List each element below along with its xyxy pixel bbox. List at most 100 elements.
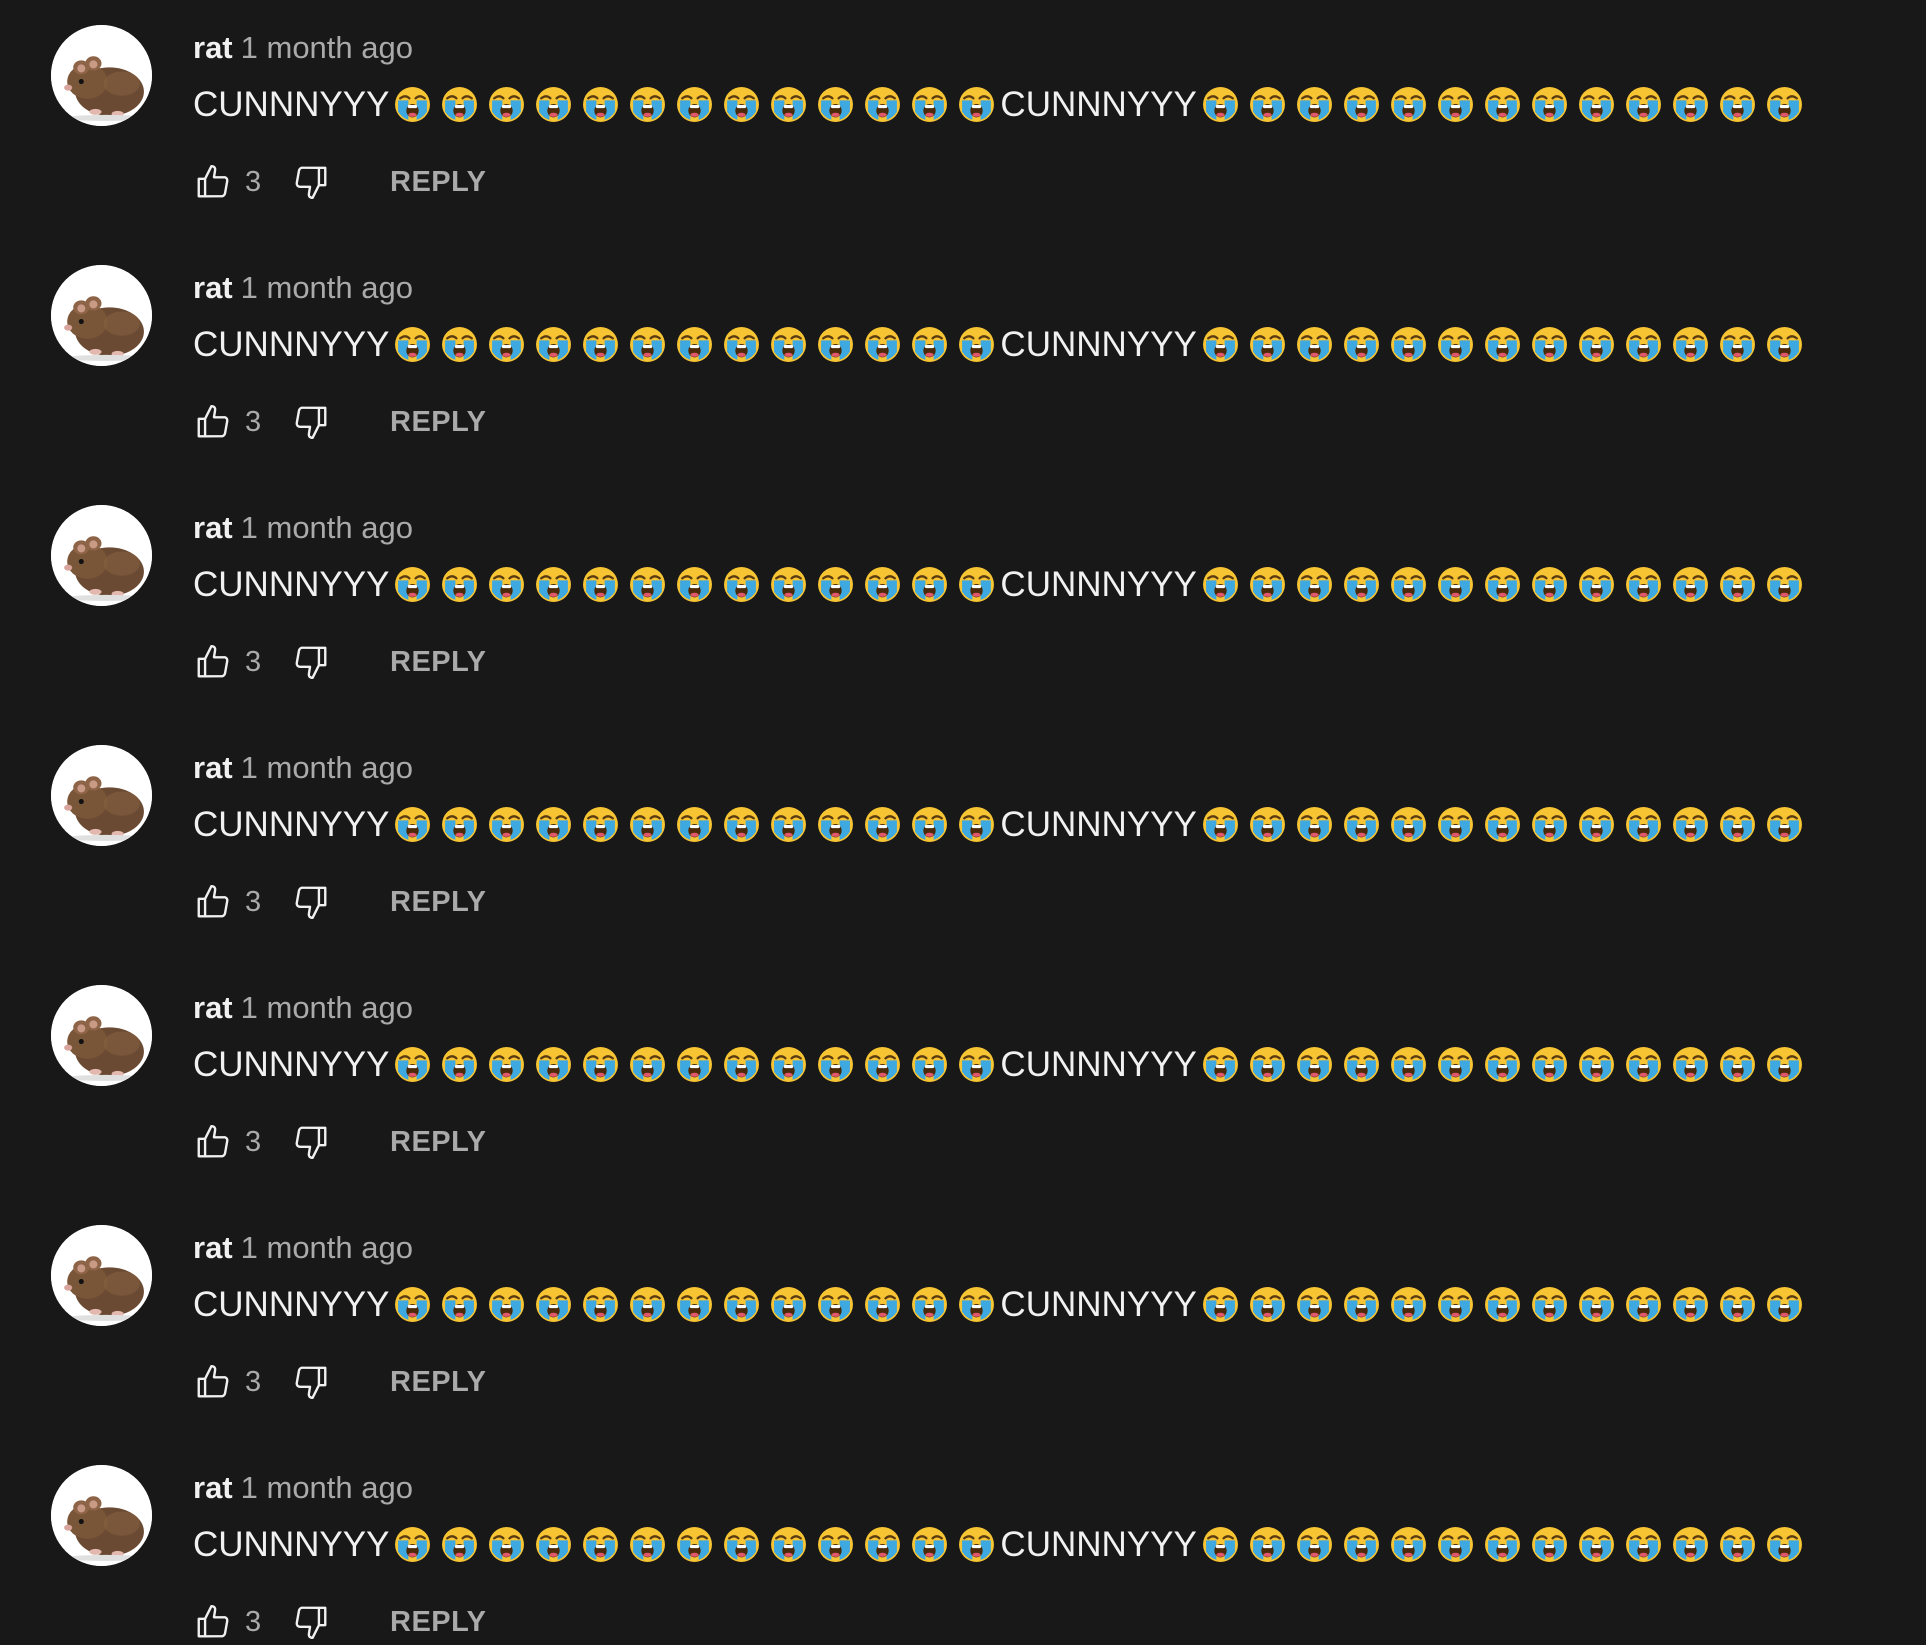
rat-avatar-icon [51, 985, 152, 1086]
loudly-crying-face-icon [912, 807, 948, 842]
loudly-crying-face-icon [1578, 807, 1614, 842]
comment-action-bar: 3 REPLY [193, 402, 487, 442]
loudly-crying-face-icon [1390, 1047, 1426, 1082]
thumbs-up-icon [197, 644, 229, 678]
reply-button[interactable]: REPLY [390, 1126, 487, 1159]
like-button[interactable] [193, 162, 233, 202]
comment-timestamp[interactable]: 1 month ago [241, 510, 413, 545]
author-avatar[interactable] [51, 745, 152, 846]
comment-text: CUNNNYYY CUNNNYYY [193, 323, 1808, 367]
loudly-crying-face-icon [1437, 327, 1473, 362]
thumbs-down-icon [295, 1606, 327, 1640]
like-button[interactable] [193, 1122, 233, 1162]
loudly-crying-face-icon [489, 807, 525, 842]
loudly-crying-face-icon [630, 1047, 666, 1082]
like-button[interactable] [193, 402, 233, 442]
dislike-button[interactable] [291, 402, 331, 442]
dislike-button[interactable] [291, 1362, 331, 1402]
reply-button[interactable]: REPLY [390, 166, 487, 199]
like-count: 3 [245, 405, 262, 438]
loudly-crying-face-icon [1390, 87, 1426, 122]
loudly-crying-face-icon [771, 327, 807, 362]
comment-text-part: CUNNNYYY [193, 565, 390, 604]
loudly-crying-face-icon [1578, 87, 1614, 122]
comment-timestamp[interactable]: 1 month ago [241, 30, 413, 65]
author-name[interactable]: rat [193, 30, 233, 65]
loudly-crying-face-icon [536, 1287, 572, 1322]
comment-text-part: CUNNNYYY [193, 325, 390, 364]
emoji-run [1197, 805, 1808, 844]
loudly-crying-face-icon [912, 567, 948, 602]
author-name[interactable]: rat [193, 1230, 233, 1265]
loudly-crying-face-icon [1202, 1287, 1238, 1322]
loudly-crying-face-icon [1202, 567, 1238, 602]
like-button[interactable] [193, 1602, 233, 1642]
loudly-crying-face-icon [489, 327, 525, 362]
like-count: 3 [245, 645, 262, 678]
loudly-crying-face-icon [395, 1287, 431, 1322]
loudly-crying-face-icon [1719, 327, 1755, 362]
author-avatar[interactable] [51, 985, 152, 1086]
author-name[interactable]: rat [193, 750, 233, 785]
dislike-button[interactable] [291, 162, 331, 202]
rat-avatar-icon [51, 505, 152, 606]
loudly-crying-face-icon [1390, 1287, 1426, 1322]
loudly-crying-face-icon [677, 807, 713, 842]
dislike-button[interactable] [291, 1122, 331, 1162]
loudly-crying-face-icon [395, 1047, 431, 1082]
author-name[interactable]: rat [193, 510, 233, 545]
loudly-crying-face-icon [1249, 567, 1285, 602]
loudly-crying-face-icon [1625, 807, 1661, 842]
loudly-crying-face-icon [1437, 567, 1473, 602]
comment-timestamp[interactable]: 1 month ago [241, 270, 413, 305]
comment-thread: rat 1 month ago CUNNNYYY CUNNNYYY 3 REPLY [0, 1440, 1926, 1645]
like-button[interactable] [193, 1362, 233, 1402]
loudly-crying-face-icon [583, 1287, 619, 1322]
comment-text-part: CUNNNYYY [1000, 325, 1197, 364]
loudly-crying-face-icon [959, 807, 995, 842]
loudly-crying-face-icon [1672, 567, 1708, 602]
loudly-crying-face-icon [583, 1527, 619, 1562]
loudly-crying-face-icon [1766, 1047, 1802, 1082]
loudly-crying-face-icon [442, 87, 478, 122]
loudly-crying-face-icon [442, 327, 478, 362]
loudly-crying-face-icon [912, 1527, 948, 1562]
like-button[interactable] [193, 882, 233, 922]
loudly-crying-face-icon [1672, 1287, 1708, 1322]
reply-button[interactable]: REPLY [390, 886, 487, 919]
comment-timestamp[interactable]: 1 month ago [241, 990, 413, 1025]
loudly-crying-face-icon [1766, 327, 1802, 362]
loudly-crying-face-icon [1719, 1527, 1755, 1562]
author-avatar[interactable] [51, 1225, 152, 1326]
author-avatar[interactable] [51, 265, 152, 366]
author-name[interactable]: rat [193, 990, 233, 1025]
loudly-crying-face-icon [1484, 87, 1520, 122]
loudly-crying-face-icon [489, 567, 525, 602]
dislike-button[interactable] [291, 882, 331, 922]
author-avatar[interactable] [51, 1465, 152, 1566]
author-avatar[interactable] [51, 505, 152, 606]
comment-text: CUNNNYYY CUNNNYYY [193, 803, 1808, 847]
author-name[interactable]: rat [193, 270, 233, 305]
loudly-crying-face-icon [536, 1047, 572, 1082]
emoji-run [1197, 565, 1808, 604]
emoji-run [389, 805, 1000, 844]
author-avatar[interactable] [51, 25, 152, 126]
dislike-button[interactable] [291, 1602, 331, 1642]
loudly-crying-face-icon [677, 1047, 713, 1082]
like-button[interactable] [193, 642, 233, 682]
reply-button[interactable]: REPLY [390, 646, 487, 679]
loudly-crying-face-icon [1390, 327, 1426, 362]
loudly-crying-face-icon [1531, 1047, 1567, 1082]
comment-timestamp[interactable]: 1 month ago [241, 750, 413, 785]
dislike-button[interactable] [291, 642, 331, 682]
comment-timestamp[interactable]: 1 month ago [241, 1230, 413, 1265]
reply-button[interactable]: REPLY [390, 406, 487, 439]
comment-timestamp[interactable]: 1 month ago [241, 1470, 413, 1505]
reply-button[interactable]: REPLY [390, 1366, 487, 1399]
loudly-crying-face-icon [442, 1047, 478, 1082]
author-name[interactable]: rat [193, 1470, 233, 1505]
loudly-crying-face-icon [395, 87, 431, 122]
loudly-crying-face-icon [1249, 87, 1285, 122]
reply-button[interactable]: REPLY [390, 1606, 487, 1639]
